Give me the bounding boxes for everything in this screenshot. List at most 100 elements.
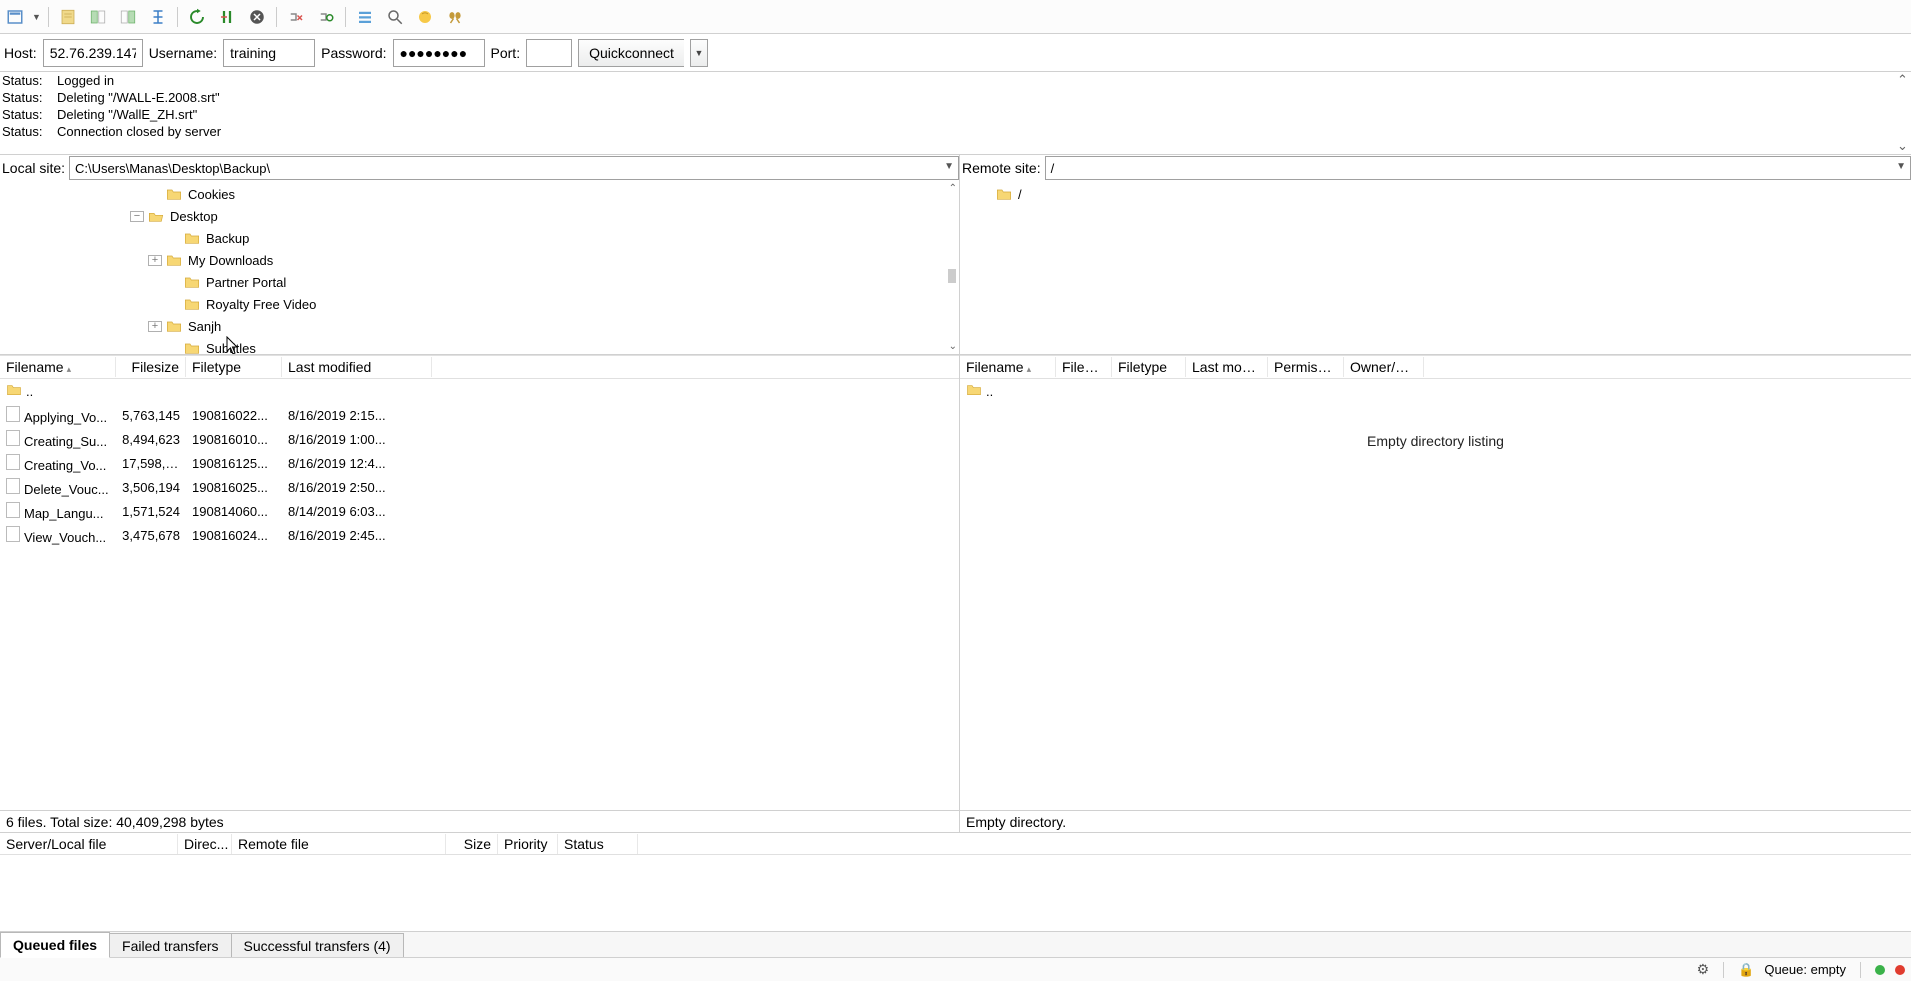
scroll-up-icon[interactable]: ⌃: [949, 183, 957, 194]
folder-icon: [166, 253, 184, 267]
local-summary: 6 files. Total size: 40,409,298 bytes: [0, 810, 959, 832]
log-label: Status:: [2, 73, 57, 88]
col-filetype[interactable]: Filetype: [186, 357, 282, 377]
tree-item[interactable]: − Desktop: [0, 205, 959, 227]
tree-item[interactable]: +My Downloads: [0, 249, 959, 271]
quickconnect-bar: Host: Username: Password: Port: Quickcon…: [0, 34, 1911, 72]
gear-icon[interactable]: ⚙: [1697, 961, 1710, 978]
toggle-queue-button[interactable]: [145, 4, 171, 30]
remote-tree[interactable]: /: [960, 181, 1911, 354]
process-queue-button[interactable]: [214, 4, 240, 30]
tree-item[interactable]: +Sanjh: [0, 315, 959, 337]
log-line: Status:Connection closed by server: [0, 123, 1911, 140]
tree-item-label: Desktop: [170, 209, 218, 224]
filter-button[interactable]: [352, 4, 378, 30]
log-scrollbar[interactable]: ⌃⌄: [1894, 72, 1911, 154]
scrollbar-thumb[interactable]: [948, 269, 956, 283]
col-modified[interactable]: Last modified: [282, 357, 432, 377]
quickconnect-dropdown[interactable]: ▼: [690, 39, 708, 67]
col-status[interactable]: Status: [558, 834, 638, 854]
toggle-local-tree-button[interactable]: [85, 4, 111, 30]
col-filename[interactable]: Filename: [0, 357, 116, 377]
host-input[interactable]: [43, 39, 143, 67]
lock-icon[interactable]: 🔒: [1738, 962, 1754, 978]
tab-queued[interactable]: Queued files: [0, 932, 110, 958]
sync-browse-button[interactable]: [412, 4, 438, 30]
log-label: Status:: [2, 107, 57, 122]
tree-item-label: Backup: [206, 231, 249, 246]
col-filesize[interactable]: Filesize: [116, 357, 186, 377]
parent-dir-row[interactable]: ..: [960, 379, 1911, 403]
password-input[interactable]: [393, 39, 485, 67]
quickconnect-button[interactable]: Quickconnect: [578, 39, 684, 67]
file-icon: [6, 526, 20, 542]
col-permissions[interactable]: Permissi...: [1268, 357, 1344, 377]
expand-toggle[interactable]: −: [130, 211, 144, 222]
tree-item-label: Cookies: [188, 187, 235, 202]
tree-item[interactable]: Partner Portal: [0, 271, 959, 293]
queue-list[interactable]: [0, 855, 1911, 931]
col-server-local[interactable]: Server/Local file: [0, 834, 178, 854]
local-file-list[interactable]: .. Applying_Vo...5,763,145190816022...8/…: [0, 379, 959, 810]
folder-icon: [184, 341, 202, 354]
parent-dir-row[interactable]: ..: [0, 379, 959, 403]
empty-listing-text: Empty directory listing: [960, 403, 1911, 479]
local-site-label: Local site:: [2, 160, 65, 176]
site-manager-button[interactable]: [2, 4, 28, 30]
file-row[interactable]: Delete_Vouc...3,506,194190816025...8/16/…: [0, 475, 959, 499]
col-direction[interactable]: Direc...: [178, 834, 232, 854]
tree-item[interactable]: Cookies: [0, 183, 959, 205]
col-filename[interactable]: Filename: [960, 357, 1056, 377]
password-label: Password:: [321, 45, 386, 61]
file-row[interactable]: Applying_Vo...5,763,145190816022...8/16/…: [0, 403, 959, 427]
file-row[interactable]: Creating_Su...8,494,623190816010...8/16/…: [0, 427, 959, 451]
tab-successful[interactable]: Successful transfers (4): [231, 933, 404, 958]
port-input[interactable]: [526, 39, 572, 67]
col-modified[interactable]: Last modifi...: [1186, 357, 1268, 377]
toggle-remote-tree-button[interactable]: [115, 4, 141, 30]
refresh-button[interactable]: [184, 4, 210, 30]
file-icon: [6, 478, 20, 494]
tree-item-label: Partner Portal: [206, 275, 286, 290]
log-line: Status:Logged in: [0, 72, 1911, 89]
log-message: Deleting "/WallE_ZH.srt": [57, 107, 197, 122]
queue-header: Server/Local file Direc... Remote file S…: [0, 833, 1911, 855]
site-manager-dropdown[interactable]: ▼: [32, 12, 42, 22]
local-tree[interactable]: Cookies − Desktop Backup +My Downloads Partne…: [0, 181, 959, 354]
reconnect-button[interactable]: [313, 4, 339, 30]
cancel-button[interactable]: [244, 4, 270, 30]
directory-compare-button[interactable]: [382, 4, 408, 30]
local-site-path[interactable]: C:\Users\Manas\Desktop\Backup\▼: [69, 156, 959, 180]
col-filesize[interactable]: Filesize: [1056, 357, 1112, 377]
col-size[interactable]: Size: [446, 834, 498, 854]
file-row[interactable]: View_Vouch...3,475,678190816024...8/16/2…: [0, 523, 959, 547]
file-row[interactable]: Map_Langu...1,571,524190814060...8/14/20…: [0, 499, 959, 523]
expand-toggle[interactable]: +: [148, 255, 162, 266]
remote-root-label[interactable]: /: [1018, 187, 1022, 202]
file-icon: [6, 430, 20, 446]
log-line: Status:Deleting "/WallE_ZH.srt": [0, 106, 1911, 123]
tab-failed[interactable]: Failed transfers: [109, 933, 231, 958]
file-row[interactable]: Creating_Vo...17,598,1...190816125...8/1…: [0, 451, 959, 475]
tree-item[interactable]: Subtitles: [0, 337, 959, 354]
chevron-down-icon[interactable]: ▼: [944, 161, 954, 172]
col-filetype[interactable]: Filetype: [1112, 357, 1186, 377]
col-priority[interactable]: Priority: [498, 834, 558, 854]
tree-item[interactable]: Backup: [0, 227, 959, 249]
folder-icon: [184, 297, 202, 311]
remote-file-list[interactable]: .. Empty directory listing: [960, 379, 1911, 810]
toggle-log-button[interactable]: [55, 4, 81, 30]
search-button[interactable]: [442, 4, 468, 30]
status-dot-green: [1875, 965, 1885, 975]
expand-toggle[interactable]: +: [148, 321, 162, 332]
username-input[interactable]: [223, 39, 315, 67]
tree-item[interactable]: Royalty Free Video: [0, 293, 959, 315]
chevron-down-icon[interactable]: ▼: [1896, 161, 1906, 172]
remote-site-path[interactable]: /▼: [1045, 156, 1911, 180]
col-owner[interactable]: Owner/G...: [1344, 357, 1424, 377]
disconnect-button[interactable]: [283, 4, 309, 30]
scroll-down-icon[interactable]: ⌄: [949, 341, 957, 352]
folder-icon: [996, 187, 1014, 201]
col-remote-file[interactable]: Remote file: [232, 834, 446, 854]
main-toolbar: ▼: [0, 0, 1911, 34]
